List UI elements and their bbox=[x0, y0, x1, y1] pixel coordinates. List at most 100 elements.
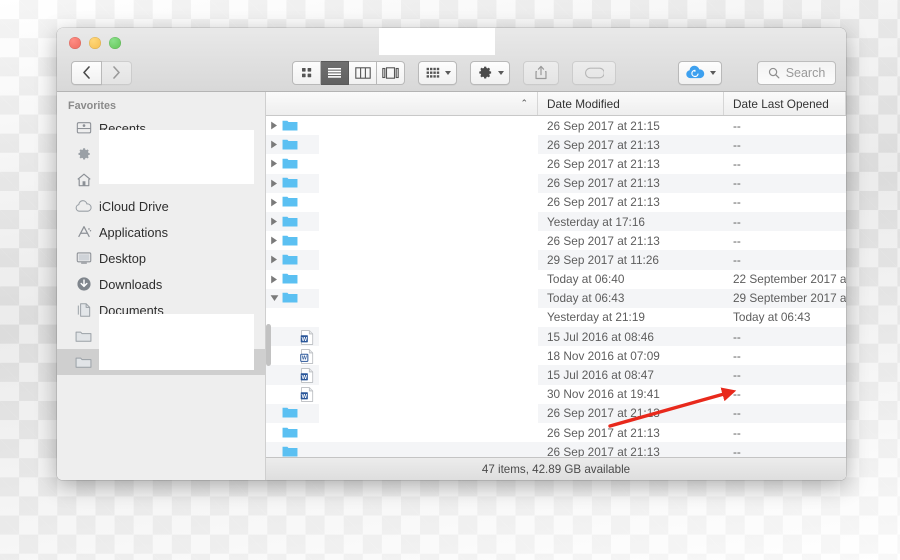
folder-icon bbox=[75, 329, 92, 343]
file-row[interactable]: 26 Sep 2017 at 21:13-- bbox=[266, 154, 846, 173]
disclosure-triangle-collapsed-icon bbox=[270, 275, 278, 284]
file-row[interactable]: Today at 06:4022 September 2017 a bbox=[266, 270, 846, 289]
file-row[interactable]: 26 Sep 2017 at 21:13-- bbox=[266, 135, 846, 154]
folder-icon bbox=[282, 138, 298, 151]
action-menu-button[interactable] bbox=[470, 61, 510, 85]
disclosure-triangle-collapsed-icon bbox=[270, 121, 278, 130]
file-row[interactable]: 26 Sep 2017 at 21:13-- bbox=[266, 423, 846, 442]
edit-tags-button[interactable] bbox=[572, 61, 616, 85]
sidebar-redaction-patch-upper bbox=[99, 130, 254, 184]
chevron-down-icon bbox=[710, 71, 716, 75]
file-row-date-last-opened: -- bbox=[724, 195, 846, 209]
column-header-name[interactable]: ⌃ bbox=[266, 92, 538, 115]
share-button[interactable] bbox=[523, 61, 559, 85]
file-row[interactable]: 29 Sep 2017 at 11:26-- bbox=[266, 250, 846, 269]
disclosure-triangle[interactable] bbox=[266, 217, 282, 226]
sidebar-item-downloads[interactable]: Downloads bbox=[57, 271, 265, 297]
navigation-buttons[interactable] bbox=[71, 61, 132, 85]
column-view-button[interactable] bbox=[349, 61, 377, 85]
file-row-name-cell[interactable] bbox=[266, 212, 538, 231]
file-row-name-cell[interactable]: W bbox=[266, 385, 538, 404]
list-view-button[interactable] bbox=[321, 61, 349, 85]
file-row[interactable]: 26 Sep 2017 at 21:13-- bbox=[266, 231, 846, 250]
file-row-name-cell[interactable] bbox=[266, 423, 538, 442]
disclosure-triangle[interactable] bbox=[266, 179, 282, 188]
folder-icon bbox=[282, 406, 298, 420]
file-row[interactable]: W30 Nov 2016 at 19:41-- bbox=[266, 385, 846, 404]
arrange-button[interactable] bbox=[418, 61, 457, 85]
file-row-date-modified: 26 Sep 2017 at 21:13 bbox=[538, 406, 724, 420]
folder-icon bbox=[282, 234, 298, 248]
file-row-date-modified: Today at 06:40 bbox=[538, 272, 724, 286]
file-row[interactable]: 26 Sep 2017 at 21:15-- bbox=[266, 116, 846, 135]
icon-view-button[interactable] bbox=[292, 61, 321, 85]
sidebar: Favorites RecentsiCloud DriveApplication… bbox=[57, 92, 266, 480]
sidebar-item-icloud-drive[interactable]: iCloud Drive bbox=[57, 193, 265, 219]
file-row-name-cell[interactable] bbox=[266, 174, 538, 193]
disclosure-triangle[interactable] bbox=[266, 275, 282, 284]
file-row-date-modified: 26 Sep 2017 at 21:13 bbox=[538, 157, 724, 171]
folder-icon bbox=[282, 119, 298, 133]
file-row-name-cell[interactable] bbox=[266, 154, 538, 173]
dropbox-sync-button[interactable] bbox=[678, 61, 722, 85]
disclosure-triangle[interactable] bbox=[266, 159, 282, 168]
file-row[interactable]: 26 Sep 2017 at 21:13-- bbox=[266, 174, 846, 193]
chevron-down-icon bbox=[498, 71, 504, 75]
search-icon bbox=[768, 67, 780, 79]
file-row-name-cell[interactable]: W bbox=[266, 327, 538, 346]
file-row-date-modified: 26 Sep 2017 at 21:13 bbox=[538, 426, 724, 440]
file-row[interactable]: Today at 06:4329 September 2017 a bbox=[266, 289, 846, 308]
file-row[interactable]: 26 Sep 2017 at 21:13-- bbox=[266, 404, 846, 423]
search-field[interactable]: Search bbox=[757, 61, 836, 85]
file-row[interactable]: 26 Sep 2017 at 21:13-- bbox=[266, 442, 846, 457]
file-row-name-cell[interactable] bbox=[266, 135, 538, 154]
svg-text:W: W bbox=[302, 336, 308, 342]
file-row-date-modified: 15 Jul 2016 at 08:47 bbox=[538, 368, 724, 382]
file-row-name-cell[interactable] bbox=[266, 308, 538, 327]
file-row-date-last-opened: Today at 06:43 bbox=[724, 310, 846, 324]
back-button[interactable] bbox=[71, 61, 102, 85]
cloud-sync-icon bbox=[685, 65, 705, 80]
file-row-name-cell[interactable] bbox=[266, 231, 538, 250]
folder-icon bbox=[282, 291, 298, 305]
file-row[interactable]: Yesterday at 17:16-- bbox=[266, 212, 846, 231]
folder-icon bbox=[282, 406, 298, 419]
folder-icon bbox=[282, 157, 298, 170]
sidebar-item-desktop[interactable]: Desktop bbox=[57, 245, 265, 271]
file-row-name-cell[interactable] bbox=[266, 289, 538, 308]
vertical-scrollbar-thumb[interactable] bbox=[266, 324, 271, 366]
file-row-name-cell[interactable] bbox=[266, 116, 538, 135]
file-row[interactable]: W18 Nov 2016 at 07:09-- bbox=[266, 346, 846, 365]
file-row-name-cell[interactable] bbox=[266, 193, 538, 212]
forward-button[interactable] bbox=[102, 61, 132, 85]
file-row[interactable]: Yesterday at 21:19Today at 06:43 bbox=[266, 308, 846, 327]
file-row[interactable]: W15 Jul 2016 at 08:46-- bbox=[266, 327, 846, 346]
folder-icon bbox=[282, 215, 298, 229]
disclosure-triangle[interactable] bbox=[266, 236, 282, 245]
disclosure-triangle[interactable] bbox=[266, 198, 282, 207]
file-row-date-last-opened: -- bbox=[724, 138, 846, 152]
file-row-name-cell[interactable]: W bbox=[266, 346, 538, 365]
applications-icon bbox=[76, 224, 92, 240]
file-row-name-cell[interactable] bbox=[266, 270, 538, 289]
file-row-name-cell[interactable] bbox=[266, 404, 538, 423]
disclosure-triangle[interactable] bbox=[266, 121, 282, 130]
share-icon bbox=[535, 65, 547, 80]
file-row[interactable]: W15 Jul 2016 at 08:47-- bbox=[266, 365, 846, 384]
disclosure-triangle[interactable] bbox=[266, 255, 282, 264]
file-row-date-last-opened: -- bbox=[724, 176, 846, 190]
file-row-name-cell[interactable] bbox=[266, 442, 538, 457]
file-rows-container[interactable]: 26 Sep 2017 at 21:15--26 Sep 2017 at 21:… bbox=[266, 116, 846, 457]
sidebar-item-applications[interactable]: Applications bbox=[57, 219, 265, 245]
file-row-date-modified: 26 Sep 2017 at 21:13 bbox=[538, 138, 724, 152]
disclosure-triangle[interactable] bbox=[266, 294, 282, 302]
file-row[interactable]: 26 Sep 2017 at 21:13-- bbox=[266, 193, 846, 212]
column-header-date-last-opened[interactable]: Date Last Opened bbox=[724, 92, 846, 115]
file-row-name-cell[interactable] bbox=[266, 250, 538, 269]
view-mode-buttons[interactable] bbox=[292, 61, 405, 85]
column-header-date-modified[interactable]: Date Modified bbox=[538, 92, 724, 115]
file-row-name-cell[interactable]: W bbox=[266, 365, 538, 384]
disclosure-triangle[interactable] bbox=[266, 140, 282, 149]
arrange-grid-icon bbox=[426, 67, 440, 79]
gallery-view-button[interactable] bbox=[377, 61, 405, 85]
